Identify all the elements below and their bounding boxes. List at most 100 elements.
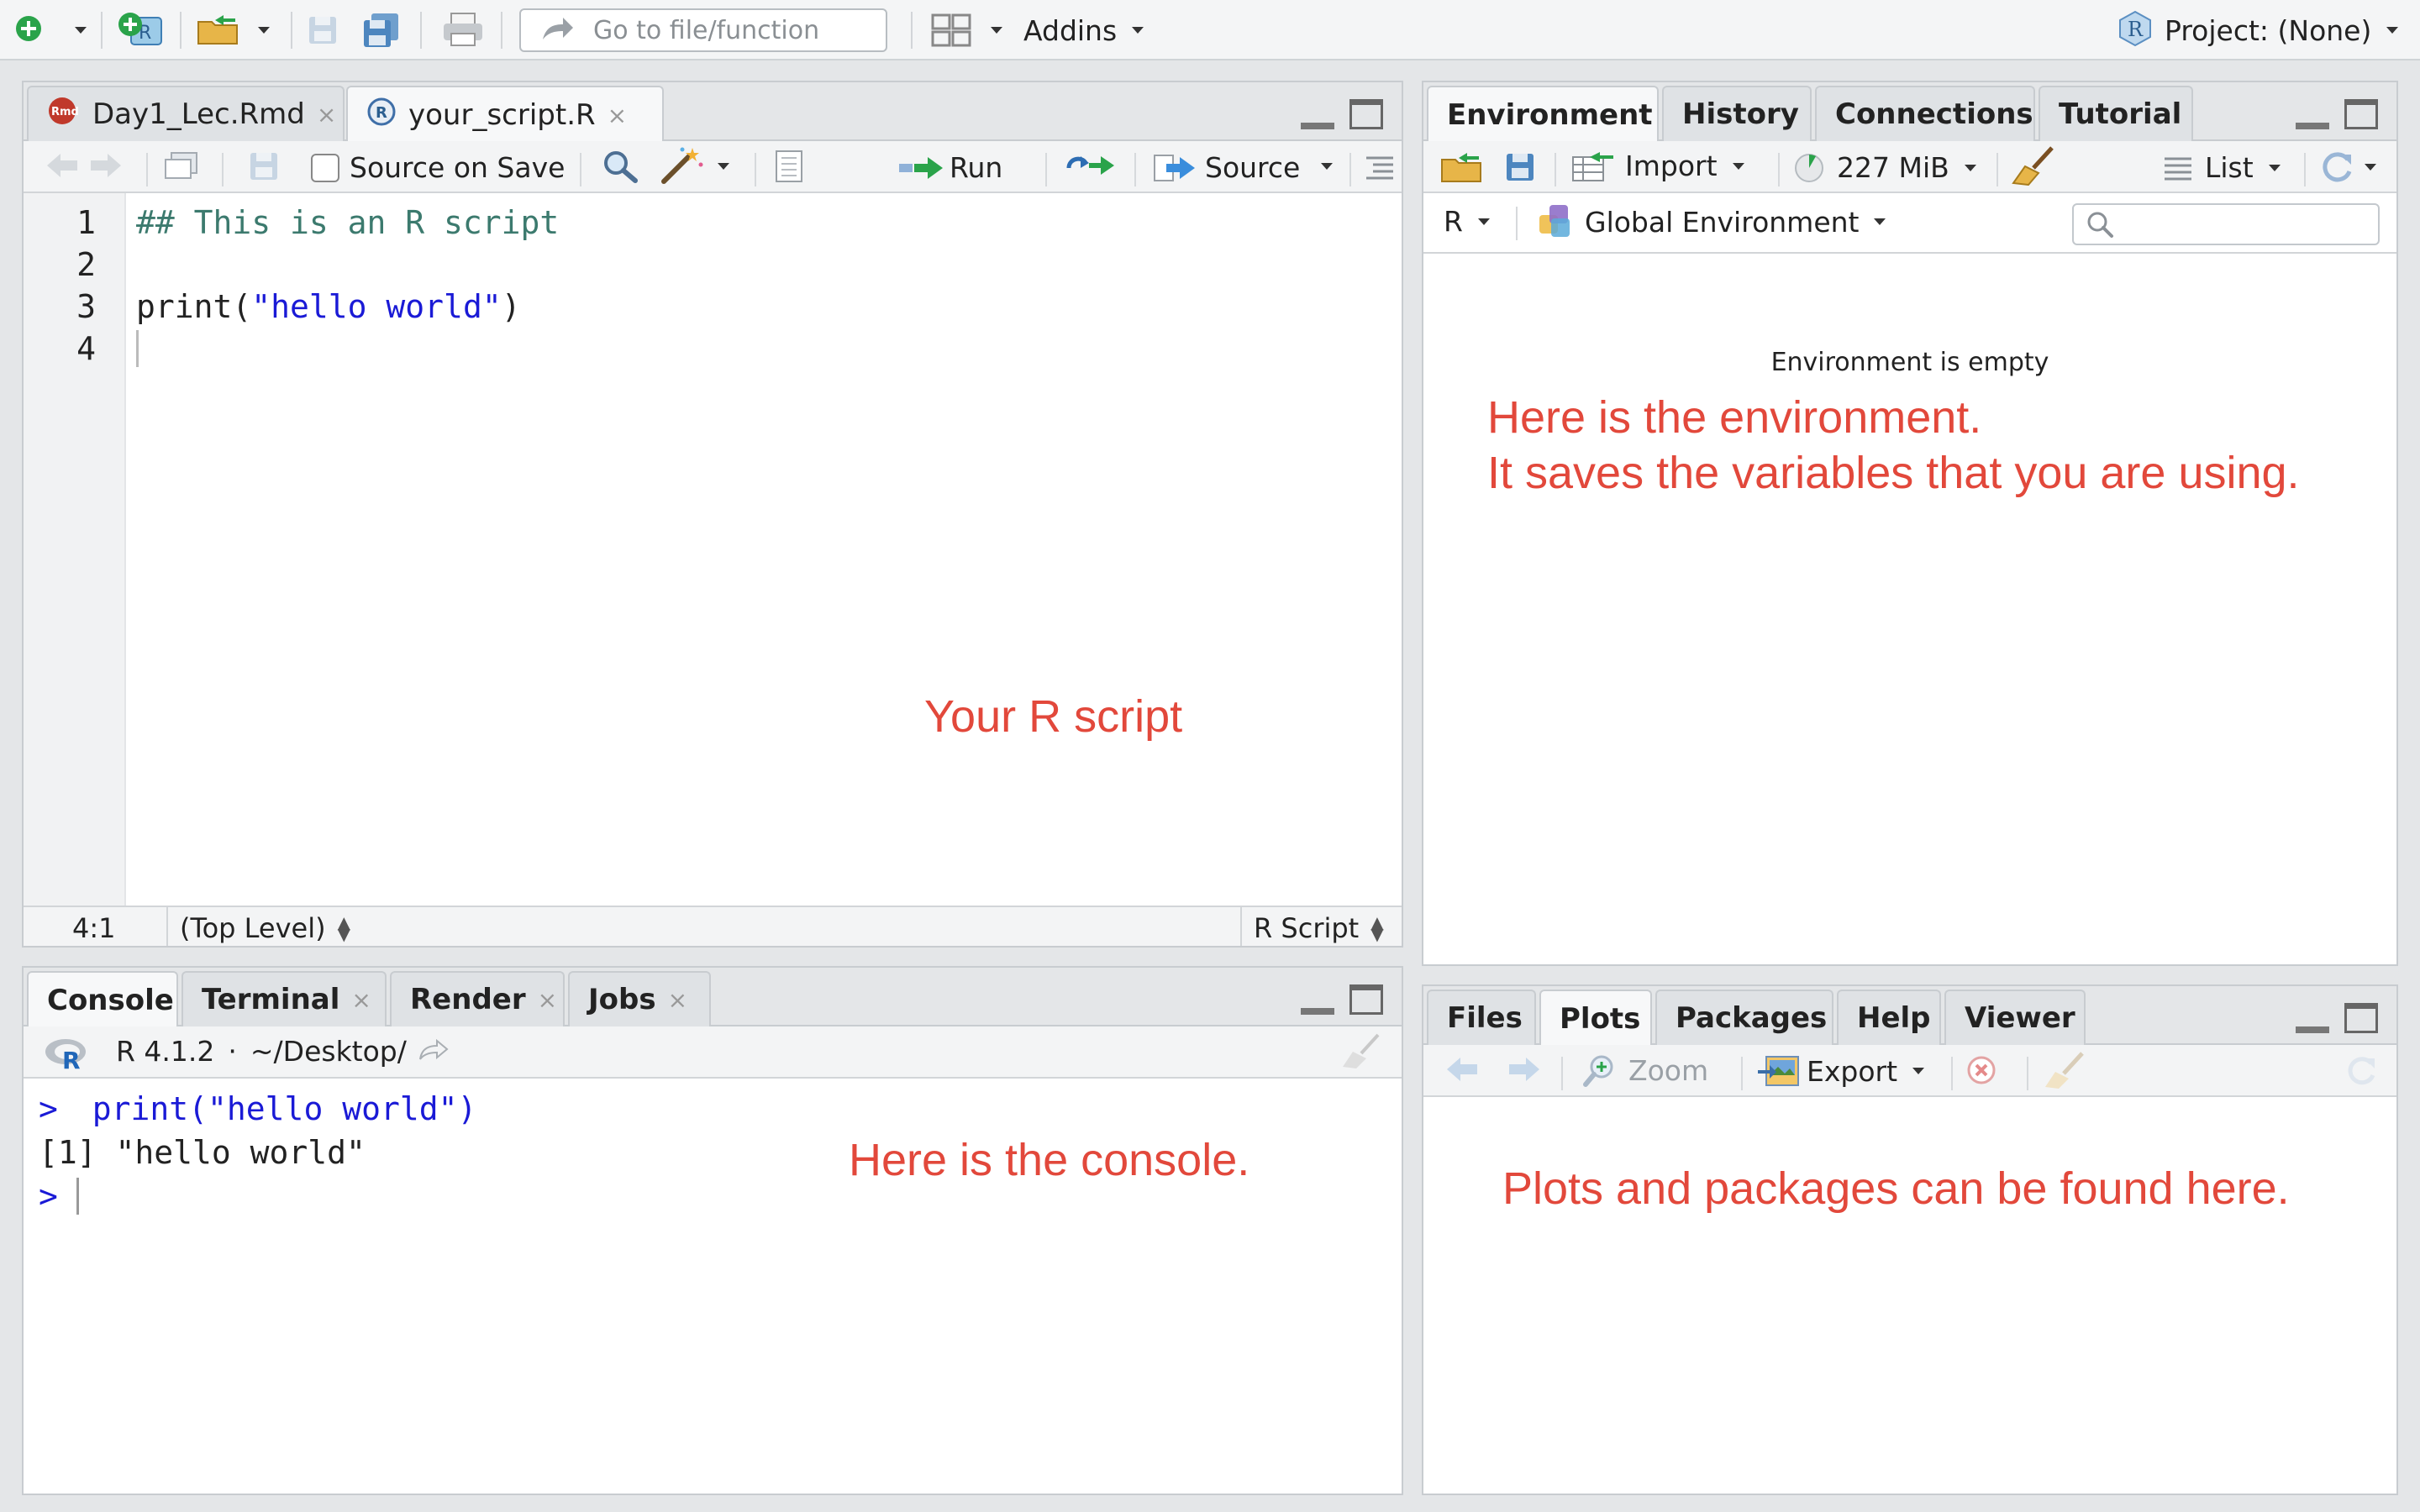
tab-files[interactable]: Files bbox=[1427, 990, 1536, 1045]
main-toolbar: R Addins R Project: (None) bbox=[0, 0, 2420, 60]
tab-terminal[interactable]: Terminal × bbox=[182, 971, 387, 1026]
import-dataset-button[interactable]: Import bbox=[1571, 150, 1744, 182]
tab-your-script-r[interactable]: R your_script.R × bbox=[346, 86, 664, 143]
search-replace-icon[interactable] bbox=[602, 150, 639, 183]
go-to-file-function-box[interactable] bbox=[519, 8, 887, 52]
r-version-label: R 4.1.2 bbox=[116, 1035, 215, 1068]
close-tab-icon[interactable]: × bbox=[351, 986, 371, 1014]
environment-toolbar: Import 227 MiB List bbox=[1423, 141, 2396, 193]
minimize-pane-icon[interactable] bbox=[1301, 984, 1334, 1015]
refresh-plot-icon[interactable] bbox=[2344, 1055, 2378, 1087]
language-selector[interactable]: R bbox=[1444, 205, 1490, 238]
memory-pie-icon bbox=[1795, 153, 1823, 182]
save-file-icon[interactable] bbox=[249, 151, 279, 181]
project-menu[interactable]: R Project: (None) bbox=[2118, 8, 2399, 52]
export-caret-icon bbox=[1912, 1068, 1925, 1074]
print-icon[interactable] bbox=[439, 10, 487, 50]
zoom-label: Zoom bbox=[1628, 1053, 1709, 1087]
clear-workspace-broom-icon[interactable] bbox=[2012, 146, 2055, 186]
maximize-pane-icon[interactable] bbox=[2344, 1003, 2378, 1033]
code-line: 1 ## This is an R script bbox=[24, 202, 1402, 244]
environment-empty-message: Environment is empty bbox=[1770, 348, 2049, 377]
remove-plot-icon[interactable] bbox=[1966, 1055, 1996, 1085]
show-in-window-icon[interactable] bbox=[163, 150, 200, 181]
svg-text:R: R bbox=[62, 1047, 81, 1070]
tab-history[interactable]: History bbox=[1662, 86, 1812, 141]
load-workspace-icon[interactable] bbox=[1439, 151, 1486, 183]
project-caret-icon bbox=[2386, 27, 2399, 34]
new-project-icon[interactable]: R bbox=[114, 8, 168, 52]
minimize-pane-icon[interactable] bbox=[1301, 99, 1334, 129]
tab-jobs[interactable]: Jobs × bbox=[568, 971, 711, 1026]
language-label: R bbox=[1444, 205, 1463, 238]
tab-plots[interactable]: Plots bbox=[1539, 990, 1652, 1047]
document-outline-icon[interactable] bbox=[1365, 155, 1395, 180]
code-tools-wand-icon[interactable] bbox=[660, 146, 706, 185]
memory-usage-button[interactable]: 227 MiB bbox=[1793, 151, 1976, 184]
clear-console-broom-icon[interactable] bbox=[1341, 1033, 1381, 1070]
tab-render[interactable]: Render × bbox=[390, 971, 565, 1026]
maximize-pane-icon[interactable] bbox=[1349, 984, 1383, 1015]
run-button[interactable]: Run bbox=[897, 151, 1002, 184]
source-button[interactable]: Source bbox=[1153, 151, 1300, 184]
new-file-dropdown-icon[interactable] bbox=[72, 20, 89, 40]
maximize-pane-icon[interactable] bbox=[2344, 99, 2378, 129]
source-on-save-toggle[interactable]: Source on Save bbox=[311, 151, 565, 184]
go-to-file-input[interactable] bbox=[593, 15, 879, 45]
refresh-button[interactable] bbox=[2319, 151, 2376, 183]
addins-menu[interactable]: Addins bbox=[1023, 10, 1144, 50]
back-icon[interactable] bbox=[45, 151, 79, 180]
close-tab-icon[interactable]: × bbox=[538, 986, 557, 1014]
plots-toolbar: Zoom Export bbox=[1423, 1045, 2396, 1097]
code-function: print( bbox=[136, 288, 252, 325]
source-on-save-checkbox[interactable] bbox=[311, 153, 339, 182]
code-string: "hello world" bbox=[251, 288, 502, 325]
compile-report-icon[interactable] bbox=[773, 150, 805, 183]
save-workspace-icon[interactable] bbox=[1504, 151, 1536, 183]
tab-packages[interactable]: Packages bbox=[1655, 990, 1833, 1045]
project-label: Project: (None) bbox=[2165, 13, 2372, 47]
tab-tutorial[interactable]: Tutorial bbox=[2039, 86, 2193, 141]
close-tab-icon[interactable]: × bbox=[608, 102, 627, 129]
tab-day1-lec-rmd[interactable]: Rmd Day1_Lec.Rmd × bbox=[27, 86, 345, 141]
svg-text:Rmd: Rmd bbox=[51, 106, 79, 118]
console-pane: Console Terminal × Render × Jobs × R R 4… bbox=[22, 966, 1403, 1495]
pane-layout-dropdown-icon[interactable] bbox=[988, 20, 1005, 40]
tab-environment[interactable]: Environment bbox=[1427, 86, 1659, 143]
close-tab-icon[interactable]: × bbox=[668, 986, 687, 1014]
new-file-icon[interactable] bbox=[12, 12, 45, 45]
code-editor[interactable]: 1 ## This is an R script 2 3 print("hell… bbox=[24, 193, 1402, 906]
previous-plot-icon[interactable] bbox=[1445, 1055, 1479, 1084]
environment-scope-selector[interactable]: Global Environment bbox=[1538, 203, 1886, 240]
maximize-pane-icon[interactable] bbox=[1349, 99, 1383, 129]
close-tab-icon[interactable]: × bbox=[317, 101, 336, 129]
code-tools-dropdown-icon[interactable] bbox=[718, 163, 729, 170]
tab-label: your_script.R bbox=[408, 98, 596, 132]
tab-connections[interactable]: Connections bbox=[1815, 86, 2035, 141]
tab-console[interactable]: Console bbox=[27, 971, 178, 1028]
export-button[interactable]: Export bbox=[1756, 1053, 1925, 1089]
refresh-caret-icon bbox=[2365, 164, 2376, 171]
environment-scope-label: Global Environment bbox=[1585, 205, 1860, 239]
save-all-icon[interactable] bbox=[360, 10, 403, 50]
minimize-pane-icon[interactable] bbox=[2296, 1003, 2329, 1033]
tab-viewer[interactable]: Viewer bbox=[1944, 990, 2086, 1045]
next-plot-icon[interactable] bbox=[1507, 1055, 1541, 1084]
zoom-button[interactable]: Zoom bbox=[1583, 1053, 1708, 1087]
save-icon[interactable] bbox=[304, 12, 341, 49]
forward-icon[interactable] bbox=[89, 151, 123, 180]
clear-plots-broom-icon[interactable] bbox=[2044, 1052, 2086, 1090]
tab-help[interactable]: Help bbox=[1837, 990, 1941, 1045]
list-view-button[interactable]: List bbox=[2163, 151, 2281, 184]
pane-layout-icon[interactable] bbox=[929, 12, 973, 49]
environment-search-box[interactable] bbox=[2072, 203, 2380, 245]
rerun-button[interactable] bbox=[1065, 151, 1118, 180]
source-dropdown-icon[interactable] bbox=[1321, 163, 1333, 170]
open-dropdown-icon[interactable] bbox=[255, 20, 272, 40]
open-folder-icon[interactable] bbox=[193, 12, 244, 49]
minimize-pane-icon[interactable] bbox=[2296, 99, 2329, 129]
go-to-directory-icon[interactable] bbox=[418, 1035, 449, 1068]
console-prompt: > bbox=[39, 1178, 58, 1215]
scope-selector[interactable]: (Top Level) ▲ ▼ bbox=[180, 912, 350, 944]
file-type-selector[interactable]: R Script ▲ ▼ bbox=[1254, 912, 1384, 944]
